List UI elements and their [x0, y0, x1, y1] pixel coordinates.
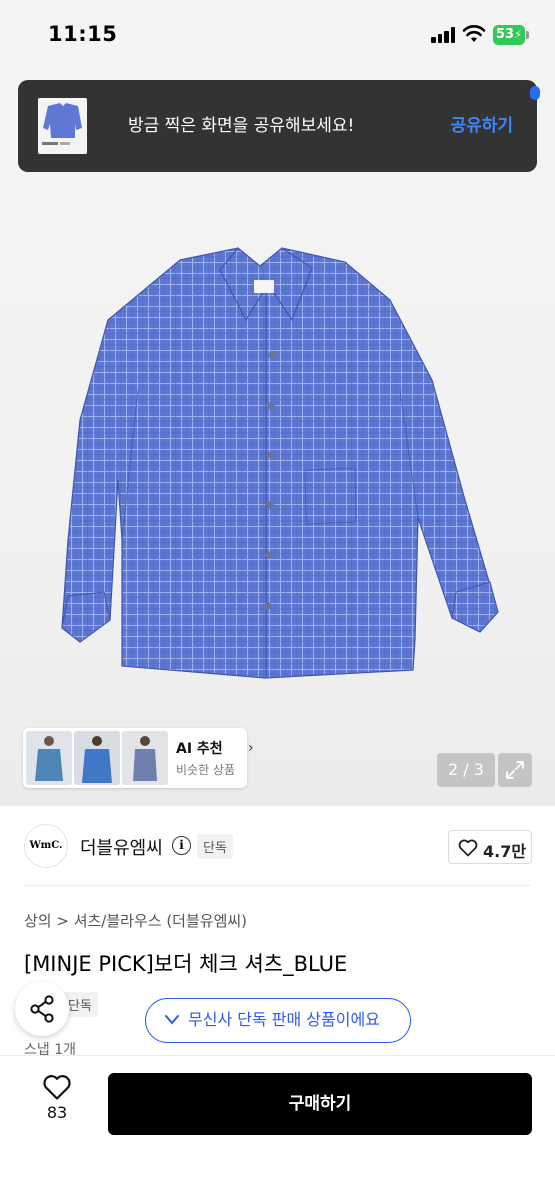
screenshot-thumbnail[interactable]	[38, 98, 87, 154]
brand-name[interactable]: 더블유엠씨	[80, 834, 163, 860]
wishlist-count: 83	[46, 1103, 68, 1122]
divider	[24, 885, 531, 886]
product-title: [MINJE PICK]보더 체크 셔츠_BLUE	[24, 952, 348, 976]
status-bar: 11:15 53⚡	[0, 0, 555, 70]
exclusive-notice-text: 무신사 단독 판매 상품이에요	[188, 1010, 380, 1029]
ai-thumbnail-2	[74, 731, 120, 785]
expand-image-button[interactable]	[498, 753, 532, 787]
share-screenshot-toast: 방금 찍은 화면을 공유해보세요! 공유하기	[18, 80, 540, 172]
wishlist-button[interactable]: 83	[30, 1074, 84, 1122]
heart-icon	[458, 839, 478, 857]
bottom-action-bar: 83 구매하기	[0, 1055, 555, 1200]
brand-like-count: 4.7만	[483, 842, 527, 861]
category-breadcrumb[interactable]: 상의 > 셔츠/블라우스 (더블유엠씨)	[24, 910, 247, 931]
brand-logo[interactable]: WmC.	[24, 824, 68, 868]
expand-icon	[506, 761, 524, 779]
share-button[interactable]	[15, 982, 69, 1036]
wifi-icon	[462, 25, 486, 42]
toast-message: 방금 찍은 화면을 공유해보세요!	[128, 116, 355, 136]
ai-thumbnail-1	[26, 731, 72, 785]
chevron-down-icon	[165, 1015, 179, 1025]
brand-row: WmC. 더블유엠씨 i 단독 4.7만	[0, 806, 555, 886]
ai-recommend-subtitle: 비슷한 상품	[176, 763, 236, 777]
toast-share-button[interactable]: 공유하기	[450, 80, 513, 172]
battery-level: 53	[496, 27, 515, 42]
status-time: 11:15	[48, 22, 118, 46]
brand-like-button[interactable]: 4.7만	[448, 830, 532, 864]
product-shirt-image	[60, 240, 505, 690]
image-pager: 2 / 3	[437, 753, 495, 787]
info-icon[interactable]: i	[172, 836, 191, 855]
cellular-signal-icon	[431, 27, 457, 43]
exclusive-notice-pill[interactable]: 무신사 단독 판매 상품이에요	[145, 998, 411, 1043]
battery-icon: 53⚡	[493, 25, 529, 45]
toast-indicator	[530, 86, 540, 100]
ai-thumbnail-3	[122, 731, 168, 785]
ai-recommend-card[interactable]: AI 추천 › 비슷한 상품	[23, 728, 254, 788]
ai-recommend-title: AI 추천	[176, 741, 223, 757]
heart-icon	[43, 1075, 71, 1100]
buy-button[interactable]: 구매하기	[108, 1073, 532, 1135]
exclusive-badge: 단독	[197, 834, 233, 859]
chevron-right-icon: ›	[248, 740, 254, 756]
share-icon	[30, 995, 54, 1023]
